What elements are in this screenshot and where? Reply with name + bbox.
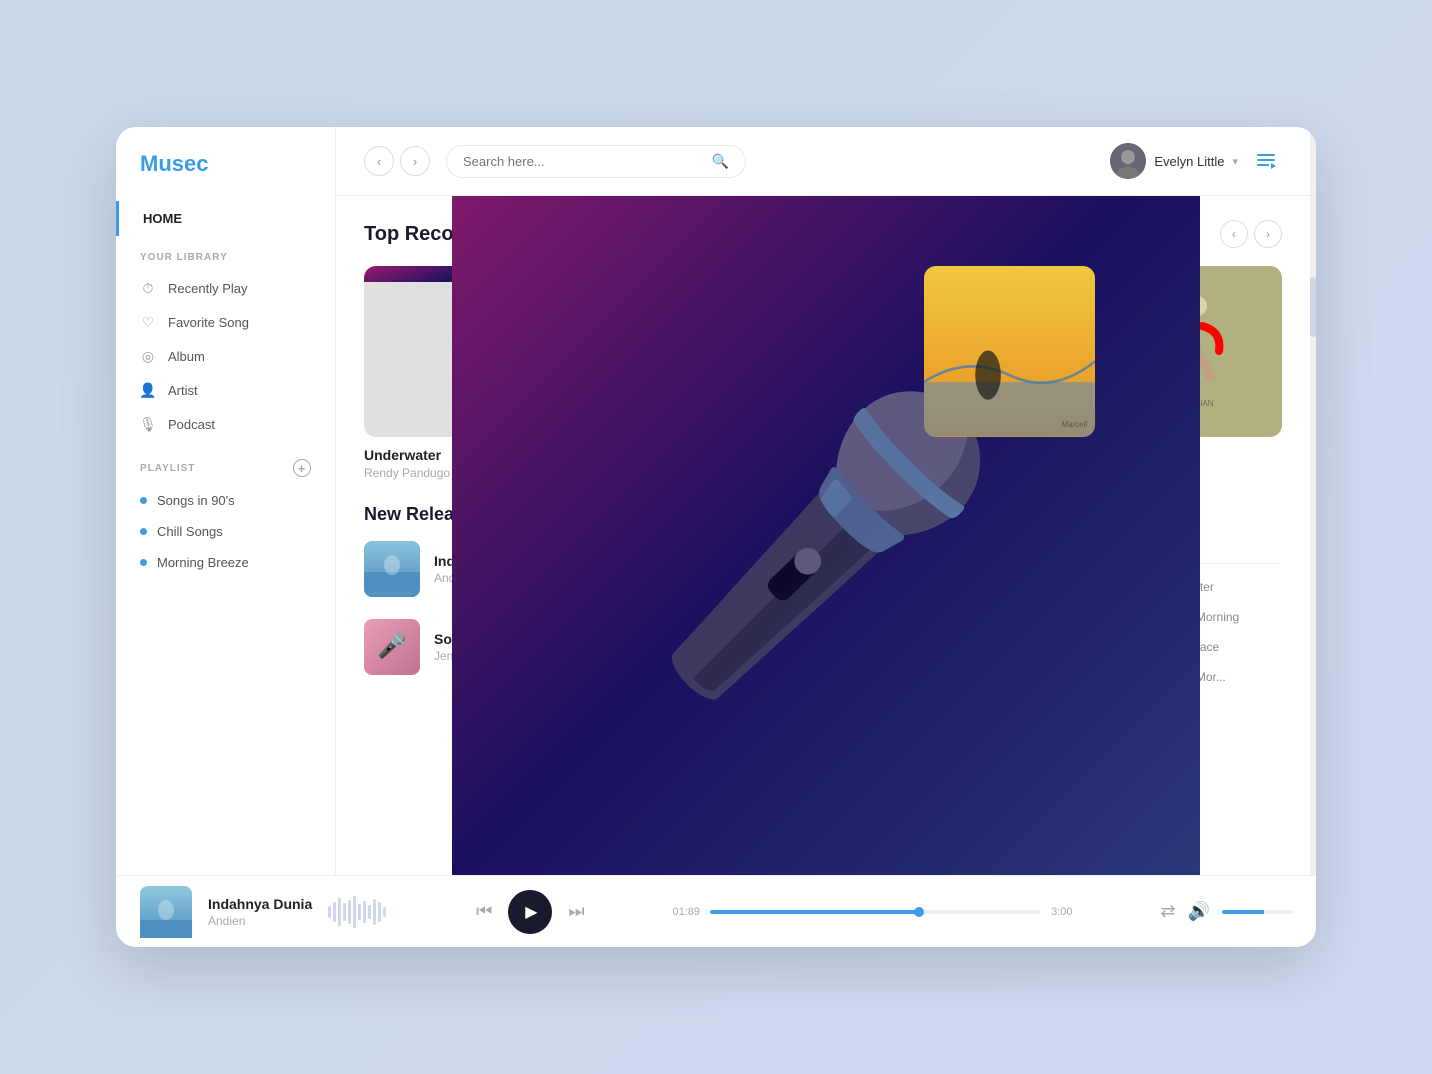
- sidebar-item-artist[interactable]: 👤 Artist: [116, 373, 335, 407]
- playlist-dot: [140, 559, 147, 566]
- home-label: HOME: [143, 211, 182, 226]
- podcast-label: Podcast: [168, 417, 215, 432]
- person-icon: 👤: [140, 382, 156, 398]
- sidebar-item-favorite-song[interactable]: ♡ Favorite Song: [116, 305, 335, 339]
- playlist-item-chill-songs[interactable]: Chill Songs: [116, 516, 335, 547]
- play-pause-button[interactable]: ▶: [508, 890, 552, 934]
- progress-bar[interactable]: [710, 910, 1041, 914]
- play-icon: ▶: [525, 902, 537, 922]
- sidebar-item-album[interactable]: ◎ Album: [116, 339, 335, 373]
- shuffle-button[interactable]: ⇄: [1160, 901, 1175, 922]
- main-content: ‹ › 🔍: [336, 127, 1310, 875]
- sidebar-item-podcast[interactable]: 🎙 Podcast: [116, 407, 335, 441]
- player-bar: Indahnya Dunia Andien ⏮ ▶ ⏭ 01:8: [116, 875, 1316, 947]
- album-grid: 🎤 Underwater Rendy Pandugo TULU: [364, 266, 1282, 480]
- back-button[interactable]: ‹: [364, 146, 394, 176]
- player-controls: ⏮ ▶ ⏭: [476, 890, 584, 934]
- sidebar-item-home[interactable]: HOME: [116, 201, 335, 236]
- next-track-button[interactable]: ⏭: [568, 901, 584, 922]
- app-logo: Musec: [116, 151, 335, 201]
- player-info: Indahnya Dunia Andien: [208, 896, 312, 928]
- chevron-down-icon: ▾: [1232, 155, 1238, 168]
- podcast-icon: 🎙: [140, 416, 156, 432]
- player-right-controls: ⇄ 🔊: [1160, 901, 1292, 922]
- player-track-artist: Andien: [208, 914, 312, 928]
- favorite-song-label: Favorite Song: [168, 315, 249, 330]
- playlist-dot: [140, 497, 147, 504]
- user-menu[interactable]: Evelyn Little ▾: [1110, 143, 1238, 179]
- top-recommendations-section: Top Recommendations ‹ ›: [336, 196, 1310, 480]
- player-waveform: [328, 892, 388, 932]
- playlist-item-songs90s[interactable]: Songs in 90's: [116, 485, 335, 516]
- progress-fill: [710, 910, 919, 914]
- clock-icon: ⏱: [140, 280, 156, 296]
- playlist-item-morning-breeze[interactable]: Morning Breeze: [116, 547, 335, 578]
- user-name: Evelyn Little: [1154, 154, 1224, 169]
- heart-icon: ♡: [140, 314, 156, 330]
- recently-play-label: Recently Play: [168, 281, 247, 296]
- header: ‹ › 🔍: [336, 127, 1310, 196]
- album-card-underwater[interactable]: 🎤 Underwater Rendy Pandugo: [364, 266, 535, 480]
- volume-button[interactable]: 🔊: [1188, 901, 1210, 922]
- playlist-dot: [140, 528, 147, 535]
- disc-icon: ◎: [140, 348, 156, 364]
- progress-section: 01:89 3:00: [673, 906, 1073, 918]
- progress-thumb: [914, 907, 924, 917]
- player-track-title: Indahnya Dunia: [208, 896, 312, 912]
- volume-slider[interactable]: [1222, 910, 1292, 914]
- sidebar: Musec HOME YOUR LIBRARY ⏱ Recently Play …: [116, 127, 336, 875]
- current-time: 01:89: [673, 906, 701, 918]
- avatar: [1110, 143, 1146, 179]
- library-section-label: YOUR LIBRARY: [116, 236, 335, 271]
- artist-label: Artist: [168, 383, 198, 398]
- forward-button[interactable]: ›: [400, 146, 430, 176]
- playlist-section-label: PLAYLIST: [140, 463, 195, 474]
- album-label: Album: [168, 349, 205, 364]
- playlist-songs90s-label: Songs in 90's: [157, 493, 235, 508]
- search-icon: 🔍: [712, 153, 729, 170]
- search-input[interactable]: [463, 154, 704, 169]
- playlist-morning-breeze-label: Morning Breeze: [157, 555, 249, 570]
- queue-icon[interactable]: [1250, 145, 1282, 177]
- total-time: 3:00: [1051, 906, 1072, 918]
- sidebar-item-recently-play[interactable]: ⏱ Recently Play: [116, 271, 335, 305]
- add-playlist-button[interactable]: +: [293, 459, 311, 477]
- playlist-chill-songs-label: Chill Songs: [157, 524, 223, 539]
- prev-track-button[interactable]: ⏮: [476, 901, 492, 922]
- player-cover: [140, 886, 192, 938]
